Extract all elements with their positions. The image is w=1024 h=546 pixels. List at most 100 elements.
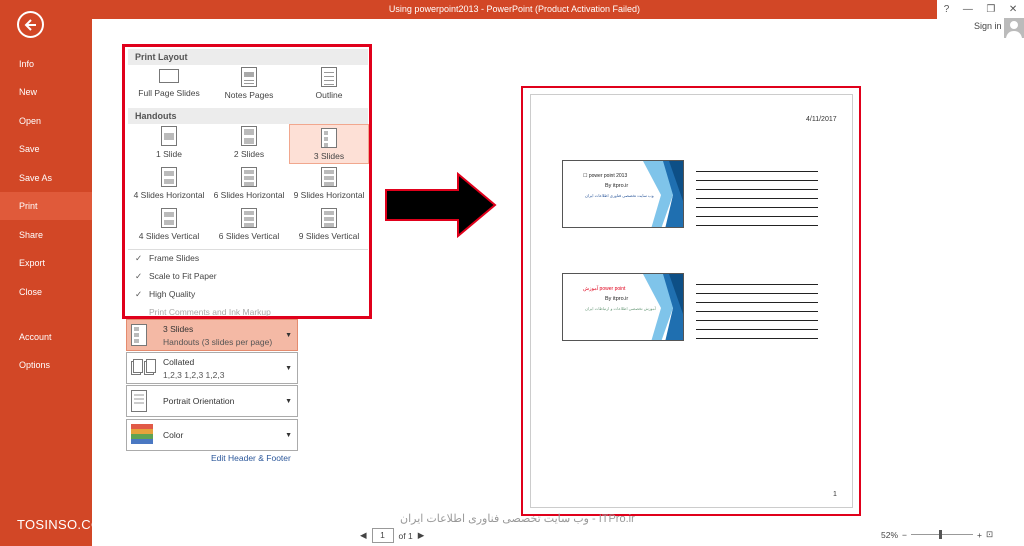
checkmark-icon: ✓ <box>135 271 143 281</box>
slide-2-title: آموزش power point <box>583 286 626 292</box>
nav-share[interactable]: Share <box>0 221 92 249</box>
dropdown-arrow-icon: ▼ <box>285 398 292 405</box>
zoom-slider[interactable] <box>910 530 973 539</box>
option-label: 4 Slides Horizontal <box>133 190 205 200</box>
notes-lines-1 <box>696 171 818 234</box>
frame-slides-toggle[interactable]: ✓ Frame Slides <box>135 250 365 266</box>
print-layout-dropdown-panel: Print Layout Full Page Slides Notes Page… <box>122 44 372 319</box>
nav-save-as[interactable]: Save As <box>0 164 92 192</box>
option-4-slides-vertical[interactable]: 4 Slides Vertical <box>129 208 209 248</box>
3-slides-icon <box>321 128 337 148</box>
nav-save[interactable]: Save <box>0 135 92 163</box>
zoom-control: 52% − + ⊡ <box>881 529 993 540</box>
nav-info[interactable]: Info <box>0 50 92 78</box>
next-page-icon[interactable]: ▶ <box>418 530 425 541</box>
window-controls: ? — ❐ ✕ <box>937 0 1024 19</box>
option-label: Notes Pages <box>224 90 274 100</box>
collate-setting-dropdown[interactable]: Collated 1,2,3 1,2,3 1,2,3 ▼ <box>126 352 298 384</box>
handouts-heading: Handouts <box>128 108 368 124</box>
option-3-slides[interactable]: 3 Slides <box>289 124 369 164</box>
slide-1-subtitle: وب سایت تخصصی فناوری اطلاعات ایران <box>585 193 654 198</box>
dropdown-arrow-icon: ▼ <box>285 365 292 372</box>
checkmark-icon: ✓ <box>135 289 143 299</box>
color-setting-dropdown[interactable]: Color ▼ <box>126 419 298 451</box>
help-icon[interactable]: ? <box>944 4 950 15</box>
nav-new[interactable]: New <box>0 78 92 106</box>
option-6-slides-vertical[interactable]: 6 Slides Vertical <box>209 208 289 248</box>
dropdown-arrow-icon: ▼ <box>285 432 292 439</box>
fit-to-window-icon[interactable]: ⊡ <box>986 529 993 540</box>
slide-thumbnail-2: آموزش power point By itpro.ir آموزش تخصص… <box>562 273 684 341</box>
6-slides-vertical-icon <box>241 208 257 228</box>
collate-setting-subtitle: 1,2,3 1,2,3 1,2,3 <box>163 370 225 380</box>
9-slides-horizontal-icon <box>321 167 337 187</box>
zoom-out-icon[interactable]: − <box>902 530 907 540</box>
option-label: 9 Slides Horizontal <box>293 190 365 200</box>
dropdown-arrow-icon: ▼ <box>285 332 292 339</box>
option-4-slides-horizontal[interactable]: 4 Slides Horizontal <box>129 167 209 207</box>
option-notes-pages[interactable]: Notes Pages <box>209 67 289 107</box>
sign-in-link[interactable]: Sign in <box>974 21 1002 31</box>
orientation-setting-dropdown[interactable]: Portrait Orientation ▼ <box>126 385 298 417</box>
nav-options[interactable]: Options <box>0 351 92 379</box>
option-label: Outline <box>315 90 343 100</box>
full-page-slides-icon <box>159 69 179 83</box>
color-setting-title: Color <box>163 430 184 440</box>
portrait-orientation-icon <box>131 390 153 414</box>
high-quality-toggle[interactable]: ✓ High Quality <box>135 286 365 302</box>
option-label: 6 Slides Horizontal <box>213 190 285 200</box>
option-9-slides-horizontal[interactable]: 9 Slides Horizontal <box>289 167 369 207</box>
print-comments-toggle: Print Comments and Ink Markup <box>135 304 365 320</box>
check-label: Frame Slides <box>149 253 200 263</box>
edit-header-footer-link[interactable]: Edit Header & Footer <box>211 453 291 463</box>
nav-print[interactable]: Print <box>0 192 92 220</box>
zoom-in-icon[interactable]: + <box>977 530 982 540</box>
window-title: Using powerpoint2013 - PowerPoint (Produ… <box>92 0 937 19</box>
back-arrow-icon[interactable] <box>17 11 44 38</box>
9-slides-vertical-icon <box>321 208 337 228</box>
option-1-slide[interactable]: 1 Slide <box>129 126 209 166</box>
nav-open[interactable]: Open <box>0 107 92 135</box>
prev-page-icon[interactable]: ◀ <box>360 530 367 541</box>
minimize-icon[interactable]: — <box>963 4 973 15</box>
page-number-input[interactable]: 1 <box>371 528 394 543</box>
2-slides-icon <box>241 126 257 146</box>
option-9-slides-vertical[interactable]: 9 Slides Vertical <box>289 208 369 248</box>
restore-icon[interactable]: ❐ <box>986 4 995 15</box>
slide-thumbnail-1: ☐ power point 2013 By itpro.ir وب سایت ت… <box>562 160 684 228</box>
backstage-nav: Info New Open Save Save As Print Share E… <box>0 0 112 546</box>
check-label: High Quality <box>149 289 196 299</box>
4-slides-vertical-icon <box>161 208 177 228</box>
nav-close[interactable]: Close <box>0 278 92 306</box>
option-6-slides-horizontal[interactable]: 6 Slides Horizontal <box>209 167 289 207</box>
page-navigator: ◀ 1 of 1 ▶ <box>360 528 424 543</box>
1-slide-icon <box>161 126 177 146</box>
layout-setting-subtitle: Handouts (3 slides per page) <box>163 337 273 347</box>
slide-1-byline: By itpro.ir <box>605 183 629 189</box>
zoom-slider-knob[interactable] <box>938 530 942 539</box>
zoom-level[interactable]: 52% <box>881 530 898 540</box>
preview-page: 4/11/2017 ☐ power point 2013 By itpro.ir… <box>530 94 853 508</box>
option-full-page-slides[interactable]: Full Page Slides <box>129 67 209 107</box>
preview-date: 4/11/2017 <box>806 116 837 123</box>
nav-account[interactable]: Account <box>0 323 92 351</box>
nav-export[interactable]: Export <box>0 249 92 277</box>
collate-setting-title: Collated <box>163 357 195 367</box>
option-label: 9 Slides Vertical <box>298 231 360 241</box>
print-preview-frame: 4/11/2017 ☐ power point 2013 By itpro.ir… <box>521 86 861 516</box>
option-outline[interactable]: Outline <box>289 67 369 107</box>
bottom-watermark: وب سایت تخصصی فناوری اطلاعات ایران - ITP… <box>400 513 635 525</box>
4-slides-horizontal-icon <box>161 167 177 187</box>
annotation-arrow-icon <box>384 171 498 240</box>
preview-page-number: 1 <box>833 491 837 498</box>
user-avatar-icon[interactable] <box>1004 18 1024 38</box>
notes-pages-icon <box>241 67 257 87</box>
option-label: 6 Slides Vertical <box>218 231 280 241</box>
slide-1-title: ☐ power point 2013 <box>583 173 628 179</box>
layout-setting-dropdown[interactable]: 3 Slides Handouts (3 slides per page) ▼ <box>126 319 298 351</box>
site-watermark: TOSINSO.COM <box>17 517 113 532</box>
slide-2-byline: By itpro.ir <box>605 296 629 302</box>
close-icon[interactable]: ✕ <box>1009 4 1017 15</box>
scale-to-fit-toggle[interactable]: ✓ Scale to Fit Paper <box>135 268 365 284</box>
option-2-slides[interactable]: 2 Slides <box>209 126 289 166</box>
